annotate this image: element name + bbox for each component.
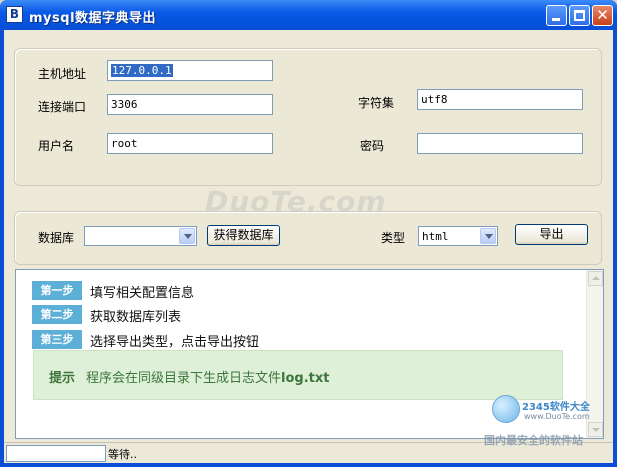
chevron-down-icon[interactable] (480, 228, 496, 244)
instructions-panel: 第一步 填写相关配置信息 第二步 获取数据库列表 第三步 选择导出类型，点击导出… (15, 269, 604, 439)
scroll-up-icon[interactable] (588, 271, 603, 286)
maximize-button[interactable] (569, 5, 590, 26)
database-select[interactable] (84, 226, 197, 246)
host-value: 127.0.0.1 (111, 64, 173, 77)
step-badge: 第二步 (32, 305, 82, 324)
export-group: 数据库 获得数据库 类型 html 导出 (14, 211, 602, 265)
vertical-scrollbar[interactable] (586, 270, 603, 438)
port-label: 连接端口 (38, 100, 87, 114)
tip-text: 程序会在同级目录下生成日志文件log.txt (86, 367, 329, 386)
step-badge: 第三步 (32, 330, 82, 349)
charset-input[interactable]: utf8 (417, 89, 583, 110)
tip-filename: log.txt (281, 371, 330, 386)
connection-group: 主机地址 127.0.0.1 连接端口 3306 字符集 utf8 用户名 ro… (14, 48, 602, 186)
progress-bar (6, 445, 106, 462)
client-area: 主机地址 127.0.0.1 连接端口 3306 字符集 utf8 用户名 ro… (4, 30, 613, 463)
password-input[interactable] (417, 133, 583, 154)
step-text: 获取数据库列表 (90, 310, 182, 325)
port-input[interactable]: 3306 (107, 94, 273, 115)
minimize-icon (552, 18, 560, 21)
title-bar[interactable]: B mysql数据字典导出 ✕ (0, 0, 617, 30)
tip-message: 程序会在同级目录下生成日志文件 (86, 371, 282, 386)
close-icon: ✕ (596, 6, 609, 24)
window-title: mysql数据字典导出 (29, 11, 157, 26)
type-select[interactable]: html (418, 226, 498, 246)
app-window: B mysql数据字典导出 ✕ 主机地址 127.0.0.1 连接端口 3306… (0, 0, 617, 467)
app-icon[interactable]: B (6, 6, 23, 23)
status-text: 等待.. (108, 448, 137, 461)
fetch-databases-button[interactable]: 获得数据库 (207, 225, 280, 246)
step-badge: 第一步 (32, 281, 82, 300)
tip-box: 提示 程序会在同级目录下生成日志文件log.txt (33, 350, 563, 400)
minimize-button[interactable] (546, 5, 567, 26)
host-input[interactable]: 127.0.0.1 (107, 60, 273, 81)
step-text: 填写相关配置信息 (90, 286, 195, 301)
user-input[interactable]: root (107, 133, 273, 154)
status-bar: 等待.. (4, 442, 613, 463)
maximize-icon (574, 10, 585, 21)
user-label: 用户名 (38, 139, 75, 153)
type-label: 类型 (381, 231, 406, 245)
chevron-down-icon[interactable] (179, 228, 195, 244)
password-label: 密码 (360, 139, 385, 153)
step-text: 选择导出类型，点击导出按钮 (90, 335, 260, 350)
database-label: 数据库 (38, 231, 75, 245)
type-value: html (422, 230, 449, 243)
tip-title: 提示 (49, 371, 76, 386)
host-label: 主机地址 (38, 67, 87, 81)
charset-label: 字符集 (358, 96, 395, 110)
close-button[interactable]: ✕ (592, 5, 613, 26)
export-button[interactable]: 导出 (515, 224, 588, 245)
scroll-down-icon[interactable] (588, 422, 603, 437)
